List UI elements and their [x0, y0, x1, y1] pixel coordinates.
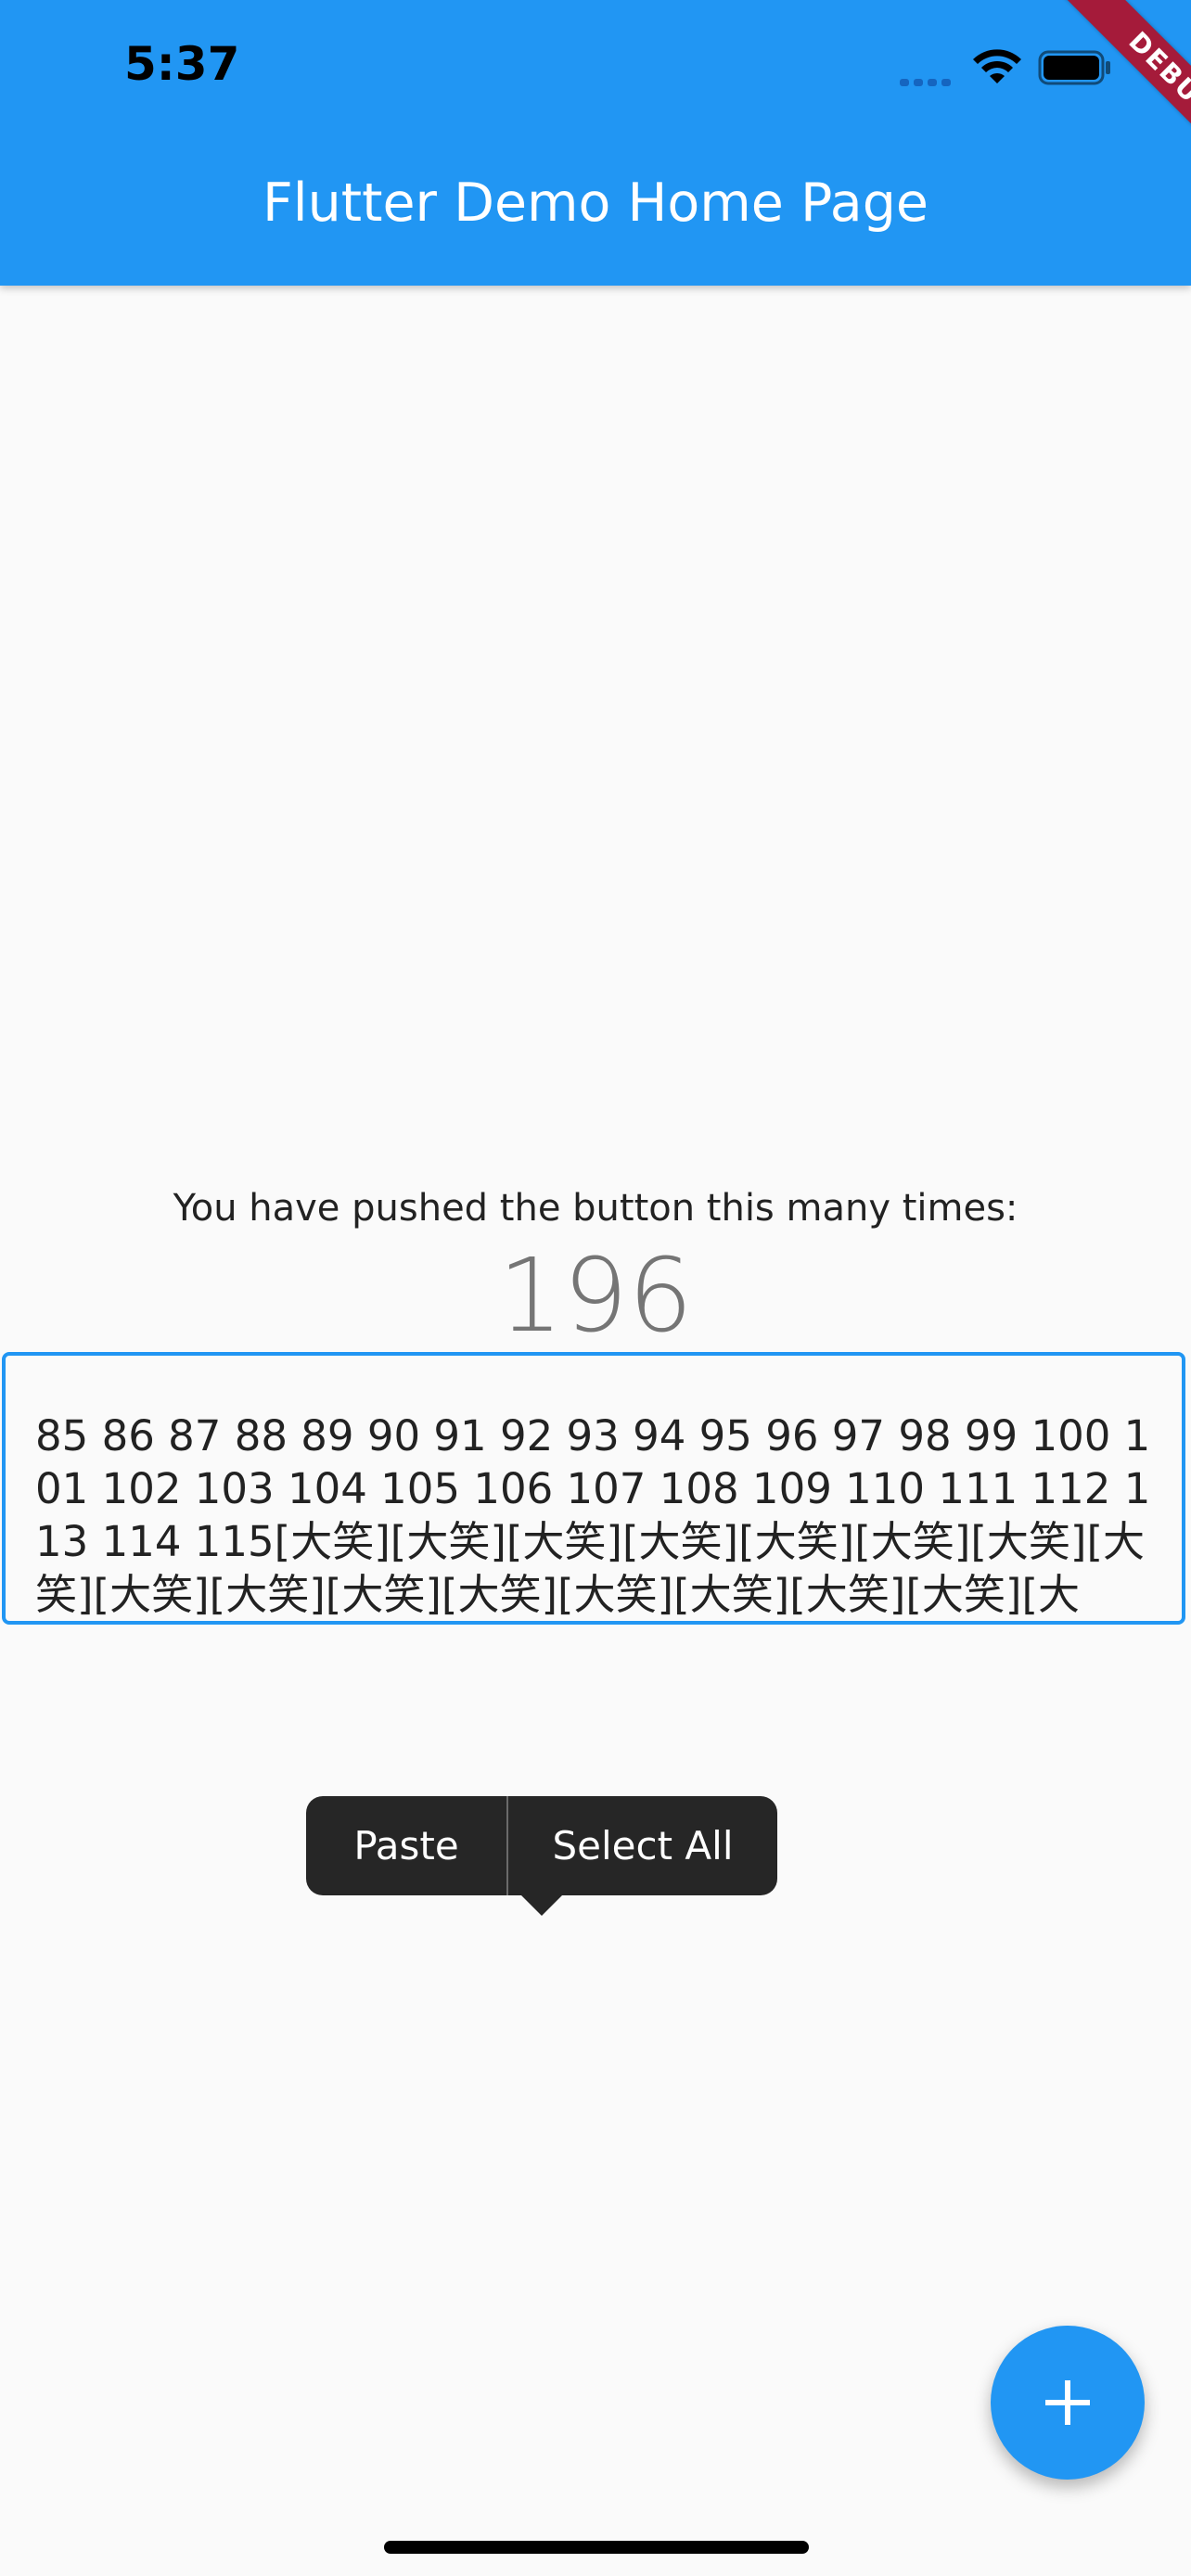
page-title: Flutter Demo Home Page: [263, 172, 928, 234]
cellular-signal-icon: [900, 74, 955, 91]
battery-icon: [1038, 50, 1110, 85]
plus-icon: [1045, 2380, 1090, 2425]
increment-button[interactable]: [991, 2326, 1145, 2480]
paste-button[interactable]: Paste: [306, 1796, 506, 1895]
text-input-field[interactable]: 85 86 87 88 89 90 91 92 93 94 95 96 97 9…: [2, 1352, 1185, 1625]
app-bar: 5:37 Flutter Demo Home Page DEBUG: [0, 0, 1191, 286]
wifi-icon: [973, 49, 1021, 83]
counter-caption: You have pushed the button this many tim…: [173, 1187, 1018, 1230]
text-input-value[interactable]: 85 86 87 88 89 90 91 92 93 94 95 96 97 9…: [35, 1409, 1158, 1621]
menu-pointer-arrow: [521, 1895, 562, 1916]
debug-banner: DEBUG: [1059, 0, 1191, 189]
status-time: 5:37: [124, 37, 240, 91]
text-selection-menu: Paste Select All: [306, 1796, 777, 1916]
home-indicator[interactable]: [384, 2541, 809, 2554]
select-all-button[interactable]: Select All: [508, 1796, 777, 1895]
counter-value: 196: [498, 1236, 693, 1355]
